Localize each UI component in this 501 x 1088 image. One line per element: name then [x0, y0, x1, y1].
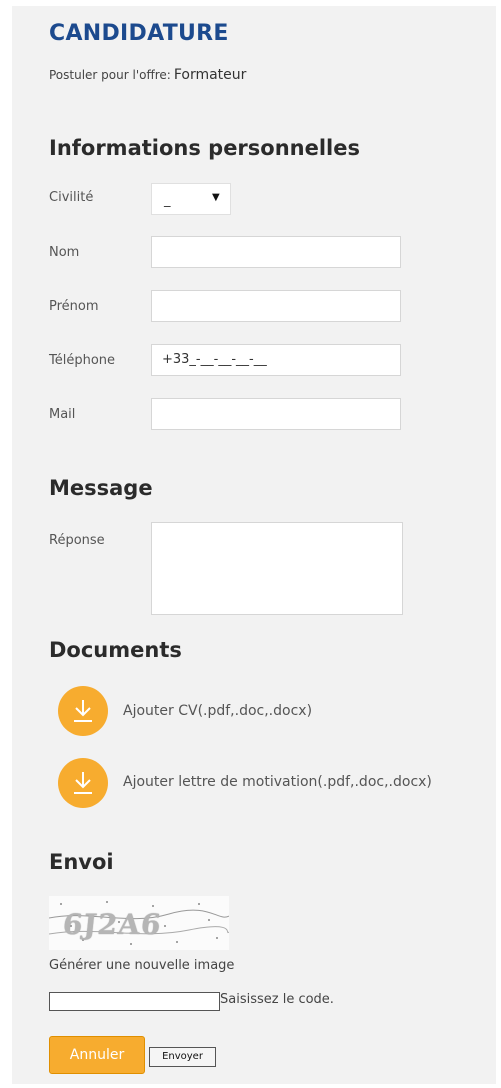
civilite-value: _: [164, 193, 171, 208]
reponse-label: Réponse: [49, 533, 105, 548]
captcha-input-label: Saisissez le code.: [220, 992, 334, 1007]
offer-prefix: Postuler pour l'offre:: [49, 68, 171, 82]
section-envoi: Envoi: [49, 850, 114, 874]
section-message: Message: [49, 476, 153, 500]
section-documents: Documents: [49, 638, 182, 662]
captcha-code: 6J2A6: [61, 908, 164, 941]
cancel-button[interactable]: Annuler: [49, 1036, 145, 1074]
reponse-textarea[interactable]: [151, 522, 403, 615]
telephone-input[interactable]: +33_-__-__-__-__: [151, 344, 401, 376]
mail-input[interactable]: [151, 398, 401, 430]
dropdown-arrow-icon: ▼: [212, 192, 220, 203]
upload-letter-button[interactable]: [58, 758, 108, 808]
captcha-input[interactable]: [49, 992, 220, 1011]
mail-label: Mail: [49, 407, 76, 422]
upload-letter-label[interactable]: Ajouter lettre de motivation(.pdf,.doc,.…: [123, 774, 432, 790]
civilite-select[interactable]: _ ▼: [151, 183, 231, 215]
prenom-label: Prénom: [49, 299, 99, 314]
telephone-label: Téléphone: [49, 353, 116, 368]
upload-cv-label[interactable]: Ajouter CV(.pdf,.doc,.docx): [123, 703, 312, 719]
page-title: CANDIDATURE: [49, 21, 229, 46]
upload-cv-button[interactable]: [58, 686, 108, 736]
send-button[interactable]: Envoyer: [149, 1047, 216, 1067]
prenom-input[interactable]: [151, 290, 401, 322]
captcha-image: 6J2A6: [49, 896, 229, 950]
download-icon: [74, 700, 92, 722]
section-personal: Informations personnelles: [49, 136, 361, 160]
nom-input[interactable]: [151, 236, 401, 268]
download-icon: [74, 772, 92, 794]
civilite-label: Civilité: [49, 190, 94, 205]
nom-label: Nom: [49, 245, 80, 260]
offer-subtitle: Postuler pour l'offre: Formateur: [49, 67, 246, 83]
offer-job-title: Formateur: [173, 67, 247, 83]
regenerate-captcha-link[interactable]: Générer une nouvelle image: [49, 958, 234, 973]
